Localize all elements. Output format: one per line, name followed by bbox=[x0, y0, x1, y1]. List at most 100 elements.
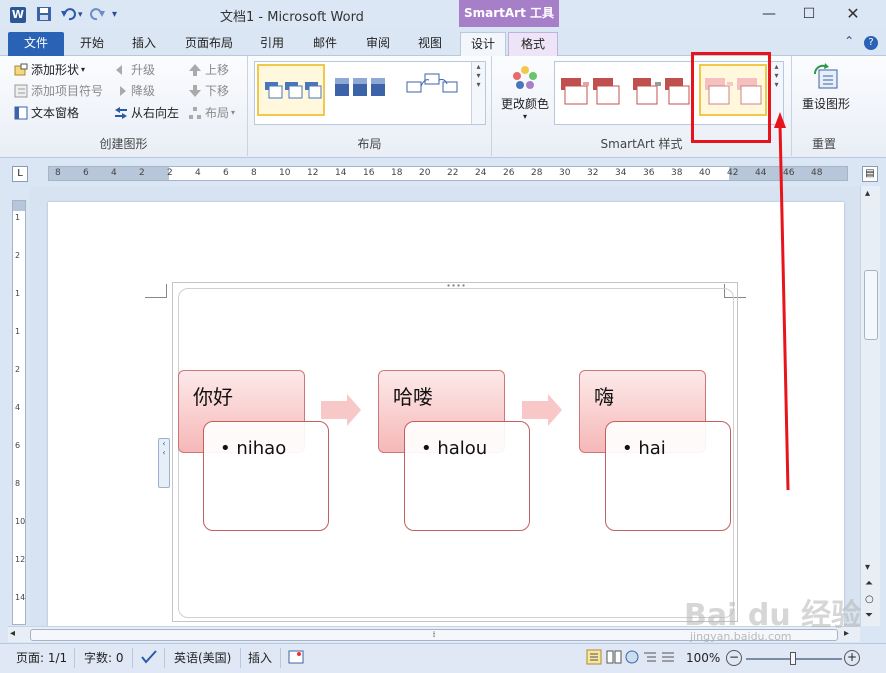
smartart-item-3-bullet: hai bbox=[638, 438, 666, 459]
tab-references[interactable]: 引用 bbox=[250, 32, 294, 56]
layout-dropdown-icon: ▾ bbox=[231, 108, 236, 117]
view-full-screen-icon[interactable] bbox=[606, 649, 622, 667]
layout-option-3[interactable] bbox=[401, 64, 469, 116]
scroll-up-icon[interactable]: ▴ bbox=[865, 188, 870, 199]
view-ruler-icon[interactable]: ▤ bbox=[862, 166, 878, 182]
browse-next-icon[interactable]: ⏷ bbox=[865, 610, 873, 621]
vertical-ruler[interactable]: 1 2 1 1 2 4 6 8 10 12 14 bbox=[12, 200, 26, 625]
ruler-tick-label: 40 bbox=[699, 168, 711, 178]
promote-arrow-icon bbox=[114, 63, 128, 77]
close-icon[interactable]: ✕ bbox=[834, 0, 872, 28]
create-graphic-group-label: 创建图形 bbox=[99, 137, 148, 151]
previous-page-icon[interactable]: ▾ bbox=[865, 562, 870, 573]
zoom-in-icon[interactable]: + bbox=[844, 650, 860, 666]
insert-mode[interactable]: 插入 bbox=[248, 649, 272, 667]
view-draft-icon[interactable] bbox=[660, 649, 676, 667]
ruler-tick-label: 14 bbox=[335, 168, 347, 178]
smartart-item-3-title-text: 嗨 bbox=[594, 385, 614, 409]
change-colors-button[interactable]: 更改颜色 ▾ bbox=[500, 64, 550, 121]
baidu-watermark-url: jingyan.baidu.com bbox=[690, 630, 792, 643]
ruler-tick-label: 32 bbox=[587, 168, 599, 178]
promote-button[interactable]: 升级 bbox=[114, 60, 155, 80]
layouts-gallery-scroll[interactable]: ▴ ▾ ▾ bbox=[471, 62, 485, 124]
smartart-item-1-text[interactable]: • nihao bbox=[203, 421, 329, 531]
view-web-layout-icon[interactable] bbox=[624, 649, 640, 667]
tab-view[interactable]: 视图 bbox=[408, 32, 452, 56]
ruler-tick-label: 8 bbox=[251, 168, 257, 178]
demote-button[interactable]: 降级 bbox=[114, 81, 155, 101]
text-pane-toggle[interactable]: ‹ ‹ bbox=[158, 438, 170, 488]
move-up-button[interactable]: 上移 bbox=[188, 60, 229, 80]
reset-graphic-label: 重设图形 bbox=[801, 97, 850, 111]
view-outline-icon[interactable] bbox=[642, 649, 658, 667]
smartart-resize-handle-top[interactable]: ∙∙∙∙ bbox=[446, 281, 466, 290]
add-shape-button[interactable]: 添加形状 ▾ bbox=[14, 60, 85, 80]
tab-design[interactable]: 设计 bbox=[460, 32, 506, 57]
zoom-out-icon[interactable]: − bbox=[726, 650, 742, 666]
create-graphic-group: 添加形状 ▾ 添加项目符号 文本窗格 升级 降级 从右向左 上移 下移 布局 ▾… bbox=[0, 56, 248, 156]
browse-object-icon[interactable]: ○ bbox=[865, 594, 874, 605]
help-icon[interactable]: ? bbox=[864, 36, 878, 50]
undo-dropdown-icon[interactable]: ▾ bbox=[78, 6, 83, 24]
right-to-left-button[interactable]: 从右向左 bbox=[114, 103, 179, 123]
zoom-level[interactable]: 100% bbox=[686, 649, 720, 667]
redo-icon[interactable] bbox=[90, 6, 106, 24]
style-option-1[interactable] bbox=[557, 64, 625, 116]
ruler-tick-label: 18 bbox=[391, 168, 403, 178]
ruler-tick-label: 1 bbox=[15, 289, 21, 298]
tab-file[interactable]: 文件 bbox=[8, 32, 64, 56]
smartart-item-3-text[interactable]: • hai bbox=[605, 421, 731, 531]
ruler-tick-label: 2 bbox=[139, 168, 145, 178]
tab-insert[interactable]: 插入 bbox=[122, 32, 166, 56]
word-count[interactable]: 字数: 0 bbox=[84, 649, 124, 667]
ruler-tick-label: 2 bbox=[167, 168, 173, 178]
macro-record-icon[interactable] bbox=[288, 649, 304, 667]
status-separator bbox=[164, 648, 165, 668]
maximize-icon[interactable]: ☐ bbox=[790, 0, 828, 28]
document-page[interactable]: ∙∙∙∙ ‹ ‹ 你好 • nihao 哈喽 • halou 嗨 • hai bbox=[48, 202, 844, 626]
move-down-icon bbox=[188, 84, 202, 98]
tab-selector[interactable]: L bbox=[12, 166, 28, 182]
tab-format[interactable]: 格式 bbox=[508, 32, 558, 56]
add-bullet-button[interactable]: 添加项目符号 bbox=[14, 81, 103, 101]
tab-home[interactable]: 开始 bbox=[70, 32, 114, 56]
language[interactable]: 英语(美国) bbox=[174, 649, 231, 667]
text-pane-button[interactable]: 文本窗格 bbox=[14, 103, 79, 123]
view-print-layout-icon[interactable] bbox=[586, 649, 602, 667]
undo-icon[interactable] bbox=[60, 6, 80, 24]
ruler-tick-label: 8 bbox=[55, 168, 61, 178]
move-down-button[interactable]: 下移 bbox=[188, 81, 229, 101]
minimize-ribbon-icon[interactable]: ⌃ bbox=[844, 34, 854, 48]
ruler-left-margin bbox=[49, 167, 169, 180]
minimize-icon[interactable]: — bbox=[750, 0, 788, 28]
style-option-2[interactable] bbox=[627, 64, 695, 116]
reset-graphic-button[interactable]: 重设图形 bbox=[798, 62, 854, 112]
save-icon[interactable] bbox=[36, 6, 52, 24]
scroll-left-icon[interactable]: ◂ bbox=[10, 628, 15, 639]
layouts-gallery: ▴ ▾ ▾ bbox=[254, 61, 486, 125]
reset-graphic-icon bbox=[814, 63, 838, 89]
page-count[interactable]: 页面: 1/1 bbox=[16, 649, 67, 667]
tab-review[interactable]: 审阅 bbox=[356, 32, 400, 56]
layout-option-2[interactable] bbox=[329, 64, 397, 116]
vertical-scroll-thumb[interactable] bbox=[864, 270, 878, 340]
vertical-scrollbar[interactable]: ▴ ▾ ⏶ ○ ⏷ bbox=[860, 186, 880, 626]
smartart-item-2-text[interactable]: • halou bbox=[404, 421, 530, 531]
browse-previous-icon[interactable]: ⏶ bbox=[865, 578, 873, 589]
add-shape-icon bbox=[14, 63, 28, 77]
ruler-tick-label: 36 bbox=[643, 168, 655, 178]
text-pane-label: 文本窗格 bbox=[31, 106, 80, 120]
horizontal-ruler[interactable]: 8 6 4 2 2 4 6 8 10 12 14 16 18 20 22 24 26 28 30 32 34 36 38 40… bbox=[48, 166, 848, 181]
customize-toolbar-icon[interactable]: ▾ bbox=[112, 6, 117, 24]
layout-option-1[interactable] bbox=[257, 64, 325, 116]
proofing-icon[interactable] bbox=[140, 649, 158, 667]
smartart-item-2-title-text: 哈喽 bbox=[393, 385, 433, 409]
layout-button[interactable]: 布局 ▾ bbox=[188, 103, 235, 123]
word-app-icon[interactable]: W bbox=[10, 7, 26, 23]
tab-page-layout[interactable]: 页面布局 bbox=[178, 32, 240, 56]
zoom-slider-thumb[interactable] bbox=[790, 652, 796, 665]
window-title: 文档1 - Microsoft Word bbox=[220, 10, 364, 25]
layout-icon bbox=[188, 106, 202, 120]
ruler-tick-label: 34 bbox=[615, 168, 627, 178]
tab-mailings[interactable]: 邮件 bbox=[303, 32, 347, 56]
